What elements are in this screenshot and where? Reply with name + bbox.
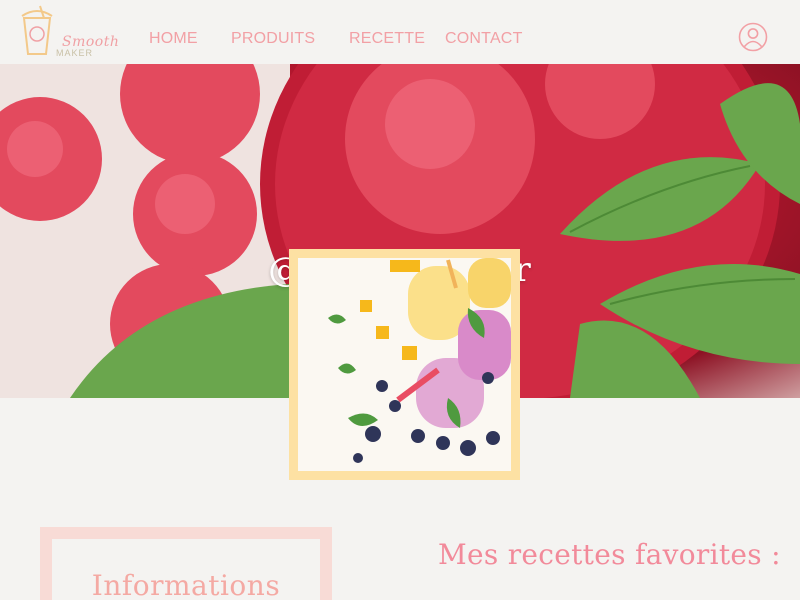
nav-produits[interactable]: PRODUITS bbox=[231, 30, 315, 48]
nav-recette[interactable]: RECETTE bbox=[349, 30, 425, 48]
logo-subtitle: MAKER bbox=[56, 48, 94, 58]
informations-panel-inner: Informations bbox=[52, 539, 320, 600]
favorite-recipes-title: Mes recettes favorites : bbox=[438, 538, 781, 571]
user-account-icon[interactable] bbox=[738, 22, 768, 52]
informations-panel: Informations bbox=[40, 527, 332, 600]
informations-title: Informations bbox=[91, 569, 281, 600]
smoothie-glasses-image bbox=[298, 258, 511, 471]
profile-photo-frame bbox=[289, 249, 520, 480]
profile-photo[interactable] bbox=[298, 258, 511, 471]
nav-home[interactable]: HOME bbox=[149, 30, 198, 48]
nav-contact[interactable]: CONTACT bbox=[445, 30, 523, 48]
site-header: Smooth MAKER HOME PRODUITS RECETTE CONTA… bbox=[0, 0, 800, 64]
smoothie-maker-logo[interactable]: Smooth MAKER bbox=[18, 4, 119, 60]
